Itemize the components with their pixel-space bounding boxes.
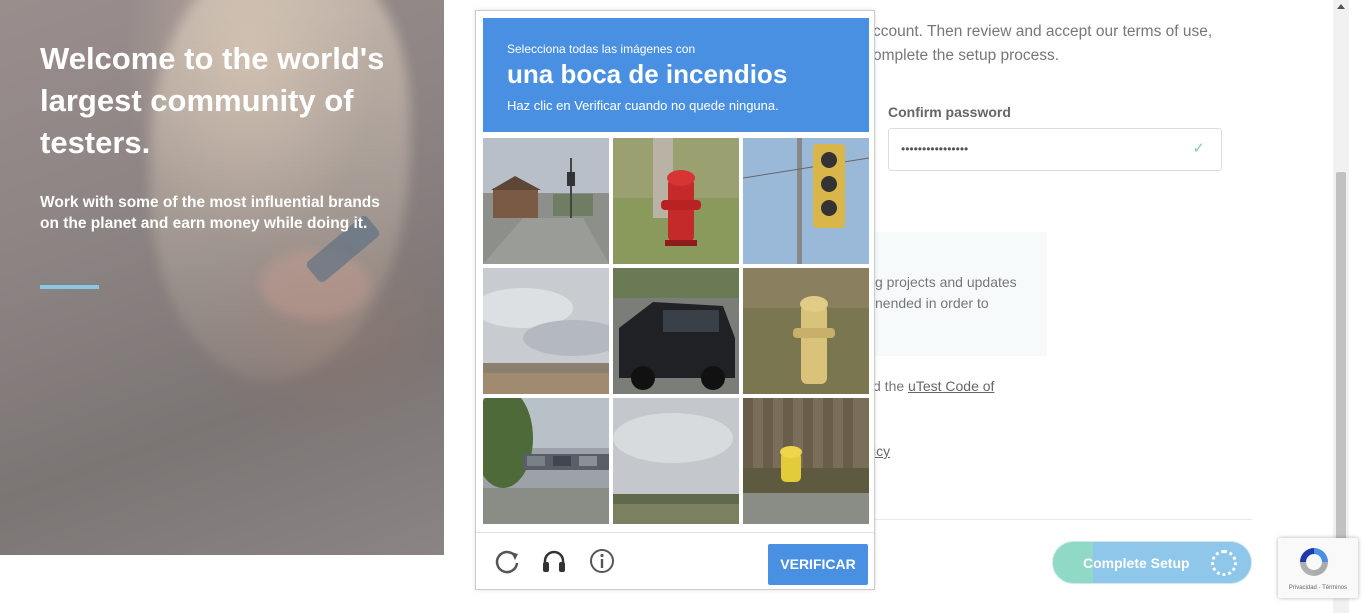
street-intersection-image [483,138,609,264]
captcha-tile-7[interactable] [483,398,609,524]
hero-subtitle: Work with some of the most influential b… [40,194,380,232]
hero-accent-line [40,285,99,289]
code-of-conduct-text: d the uTest Code of [873,378,994,394]
info-icon[interactable] [588,547,616,575]
captcha-dialog: Selecciona todas las imágenes con una bo… [475,10,875,590]
captcha-tile-9[interactable] [743,398,869,524]
captcha-instruction-hint: Haz clic en Verificar cuando no quede ni… [507,98,779,113]
info-text: g projects and updates nended in order t… [875,272,1017,314]
loading-spinner-icon [1211,550,1237,576]
yellow-fire-hydrant-fence-image [743,398,869,524]
form-intro-line2: omplete the setup process. [873,47,1060,64]
red-fire-hydrant-image [613,138,739,264]
yellow-fire-hydrant-image [743,268,869,394]
captcha-tile-3[interactable] [743,138,869,264]
confirm-password-value: •••••••••••••••• [901,142,969,156]
code-of-conduct-link[interactable]: uTest Code of [908,378,994,394]
captcha-tile-6[interactable] [743,268,869,394]
hero-panel: Welcome to the world's largest community… [0,0,444,555]
captcha-tile-1[interactable] [483,138,609,264]
captcha-footer: VERIFICAR [476,532,874,589]
check-icon: ✓ [1192,140,1205,157]
recaptcha-badge[interactable]: Privacidad - Términos [1278,538,1358,598]
reload-icon[interactable] [493,547,521,575]
cloudy-sky-road-image [613,398,739,524]
hero-title: Welcome to the world's largest community… [40,41,385,160]
page-scrollbar[interactable] [1333,0,1349,613]
captcha-tile-4[interactable] [483,268,609,394]
complete-setup-button[interactable]: Complete Setup [1052,541,1252,584]
headphones-icon[interactable] [540,547,568,575]
cloudy-sky-overpass-image [483,268,609,394]
info-text-line1: g projects and updates [875,274,1017,290]
traffic-light-image [743,138,869,264]
scrollbar-thumb[interactable] [1336,172,1346,542]
captcha-header: Selecciona todas las imágenes con una bo… [483,18,869,132]
complete-setup-label: Complete Setup [1083,555,1190,571]
confirm-password-field[interactable]: •••••••••••••••• ✓ [888,128,1222,171]
captcha-instruction-small: Selecciona todas las imágenes con [507,42,696,56]
captcha-instruction-target: una boca de incendios [507,59,788,89]
recaptcha-logo-icon [1300,548,1328,576]
policy-link[interactable]: icy [873,443,890,459]
recaptcha-terms[interactable]: Privacidad - Términos [1278,585,1358,591]
captcha-tile-8[interactable] [613,398,739,524]
captcha-tile-5[interactable] [613,268,739,394]
form-intro-line1: ccount. Then review and accept our terms… [873,23,1213,40]
black-pickup-truck-image [613,268,739,394]
scroll-up-arrow-icon[interactable] [1337,4,1345,9]
verify-button[interactable]: VERIFICAR [768,544,868,585]
confirm-password-label: Confirm password [888,104,1011,120]
info-text-line2: nended in order to [875,295,989,311]
captcha-tile-2[interactable] [613,138,739,264]
divider [870,519,1252,520]
code-prefix: d the [873,378,909,394]
parking-lot-trees-image [483,398,609,524]
